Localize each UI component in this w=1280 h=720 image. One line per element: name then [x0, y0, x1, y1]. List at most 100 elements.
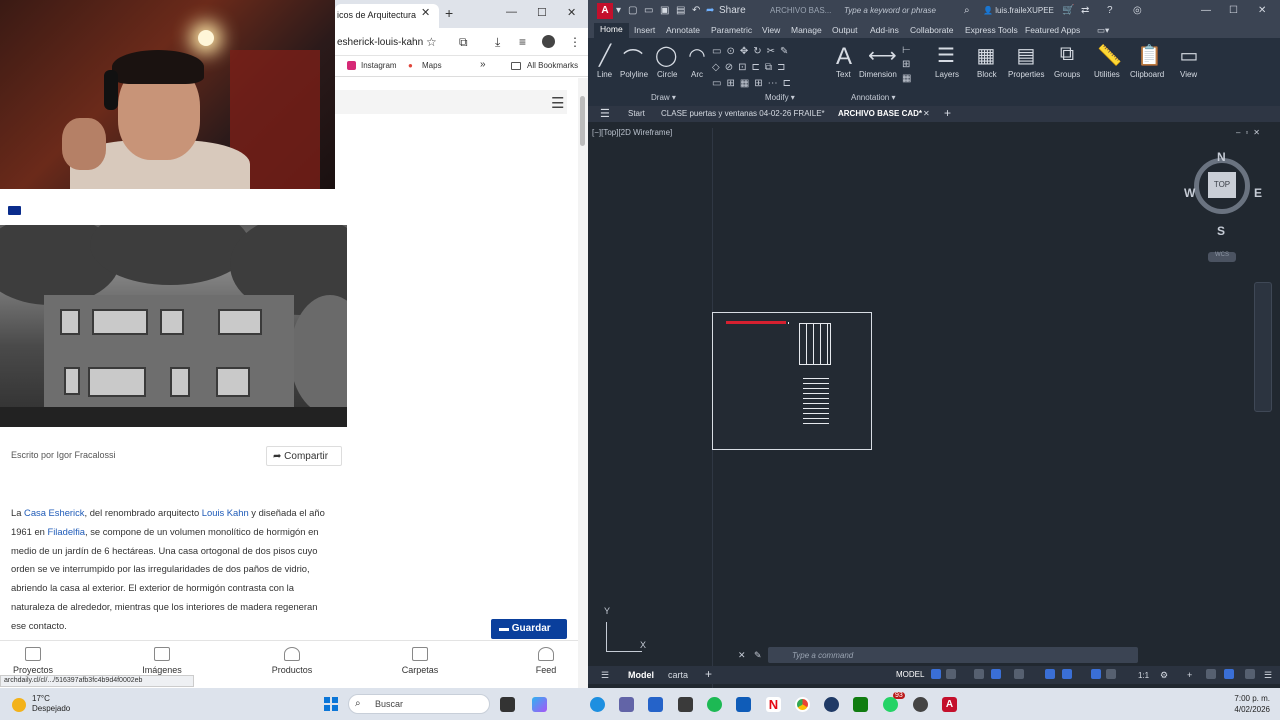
command-close-icon[interactable]: ✕ [738, 650, 746, 661]
drawing-sheet[interactable] [712, 312, 872, 450]
block-tool[interactable]: Block [977, 70, 997, 79]
media-icon[interactable]: ≡ [519, 35, 526, 49]
cart-icon[interactable]: 🛒 [1062, 5, 1074, 16]
clipboard-icon[interactable]: 📋 [1137, 43, 1162, 67]
group-modify[interactable]: Modify ▾ [765, 93, 795, 102]
weather-sun-icon[interactable] [12, 698, 26, 712]
spotify-icon[interactable] [707, 697, 722, 712]
app-icon[interactable] [913, 697, 928, 712]
weather-widget[interactable]: 17°C Despejado [32, 694, 70, 714]
groups-icon[interactable]: ⧉ [1056, 43, 1078, 65]
link-louis-kahn[interactable]: Louis Kahn [202, 507, 249, 518]
utilities-tool[interactable]: Utilities [1094, 70, 1120, 79]
tab-home[interactable]: Home [594, 23, 629, 38]
compass-west[interactable]: W [1184, 186, 1195, 200]
taskbar-search[interactable]: Buscar [348, 694, 490, 714]
minimize-icon[interactable]: — [506, 6, 517, 18]
clipboard-tool[interactable]: Clipboard [1130, 70, 1164, 79]
file-tab-close-icon[interactable]: ✕ [923, 109, 930, 118]
maximize-icon[interactable]: ☐ [537, 6, 547, 19]
bookmark-instagram[interactable]: Instagram [361, 61, 397, 70]
line-tool[interactable]: Line [597, 70, 612, 79]
add-layout-icon[interactable]: + [705, 667, 712, 681]
customize-icon[interactable]: ☰ [1264, 670, 1272, 681]
draw-modify-icon-grid[interactable]: ▭⊙✥↻✂✎ ◇⊘⊡⊏⧉⊐ ▭⊞▦⊞⋯⊏ [712, 44, 822, 89]
folder-icon[interactable] [8, 206, 21, 215]
more-bookmarks-icon[interactable]: » [480, 59, 486, 70]
annotation-small-icons[interactable]: ⊢ ⊞ ▦ [902, 44, 911, 86]
otrack-toggle-icon[interactable] [1062, 669, 1072, 679]
autodesk-logo-icon[interactable]: ◎ [1133, 5, 1142, 16]
whatsapp-icon[interactable] [883, 697, 898, 712]
file-tab-clase[interactable]: CLASE puertas y ventanas 04-02-26 FRAILE… [661, 109, 825, 118]
close-window-icon[interactable]: ✕ [1258, 5, 1266, 16]
user-account[interactable]: 👤 luis.fraileXUPEE [983, 6, 1054, 15]
xbox-icon[interactable] [853, 697, 868, 712]
security-icon[interactable] [678, 697, 693, 712]
minimize-icon[interactable]: — [1201, 5, 1211, 16]
viewcube[interactable]: TOP N S W E [1184, 150, 1262, 238]
circle-icon[interactable]: ◯ [655, 43, 677, 67]
nav-productos[interactable]: Productos [257, 647, 327, 675]
command-input[interactable]: Type a command [792, 651, 853, 660]
model-space-button[interactable]: MODEL [896, 670, 924, 679]
command-wrench-icon[interactable]: ✎ [754, 650, 762, 661]
file-tab-archivo[interactable]: ARCHIVO BASE CAD* [838, 109, 922, 118]
bookmark-maps[interactable]: Maps [422, 61, 442, 70]
extensions-icon[interactable]: ⧉ [459, 35, 468, 50]
group-annotation[interactable]: Annotation ▾ [851, 93, 896, 102]
netflix-icon[interactable]: N [766, 697, 781, 712]
ribbon-toggle-icon[interactable]: ▭▾ [1097, 25, 1109, 36]
layout-tab-carta[interactable]: carta [668, 670, 688, 680]
properties-icon[interactable]: ▤ [1015, 43, 1037, 67]
download-icon[interactable]: ⤓ [495, 35, 500, 50]
layout-menu-icon[interactable]: ☰ [601, 670, 609, 681]
annotation-visibility-icon[interactable] [1091, 669, 1101, 679]
workspace-gear-icon[interactable]: ⚙ [1160, 670, 1168, 681]
layout-tab-model[interactable]: Model [628, 670, 654, 680]
nav-carpetas[interactable]: Carpetas [385, 647, 455, 675]
navigation-bar[interactable] [1254, 282, 1272, 412]
search-icon[interactable]: ⌕ [964, 5, 970, 16]
share-button[interactable]: ➦ Compartir [266, 446, 342, 466]
autocad-logo[interactable]: A [597, 3, 613, 19]
text-tool[interactable]: Text [836, 70, 851, 79]
add-icon[interactable]: + [1187, 670, 1192, 680]
units-icon[interactable] [1206, 669, 1216, 679]
group-draw[interactable]: Draw ▾ [651, 93, 676, 102]
new-tab-icon[interactable]: + [445, 5, 453, 21]
tab-view[interactable]: View [762, 25, 780, 35]
edge-icon[interactable] [590, 697, 605, 712]
page-scrollbar[interactable] [578, 78, 588, 688]
autoscale-icon[interactable] [1106, 669, 1116, 679]
polyline-tool[interactable]: Polyline [620, 70, 648, 79]
maximize-icon[interactable]: ☐ [1229, 5, 1238, 16]
outlook-icon[interactable] [736, 697, 751, 712]
compass-south[interactable]: S [1217, 224, 1225, 238]
viewport-window-controls[interactable]: –▫✕ [1236, 128, 1265, 137]
compass-east[interactable]: E [1254, 186, 1262, 200]
autocad-taskbar-icon[interactable]: A [942, 697, 957, 712]
copilot-icon[interactable] [532, 697, 547, 712]
text-icon[interactable]: A [833, 43, 855, 70]
save-as-icon[interactable]: ▤ [676, 5, 685, 16]
fullscreen-icon[interactable] [1245, 669, 1255, 679]
new-file-tab-icon[interactable]: + [944, 106, 951, 120]
polar-toggle-icon[interactable] [991, 669, 1001, 679]
file-tab-start[interactable]: Start [628, 109, 645, 118]
tab-manage[interactable]: Manage [791, 25, 822, 35]
isodraft-toggle-icon[interactable] [1014, 669, 1024, 679]
polyline-icon[interactable]: ⌒ [622, 43, 644, 71]
scrollbar-thumb[interactable] [580, 96, 585, 146]
bookmark-star-icon[interactable]: ☆ [426, 35, 437, 49]
viewport-controls[interactable]: [−][Top][2D Wireframe] [592, 128, 672, 137]
layers-icon[interactable]: ☰ [935, 43, 957, 67]
tab-annotate[interactable]: Annotate [666, 25, 700, 35]
new-file-icon[interactable]: ▢ [628, 5, 637, 16]
share-label[interactable]: Share [719, 5, 746, 16]
tab-output[interactable]: Output [832, 25, 858, 35]
groups-tool[interactable]: Groups [1054, 70, 1080, 79]
properties-tool[interactable]: Properties [1008, 70, 1044, 79]
tab-parametric[interactable]: Parametric [711, 25, 752, 35]
tab-express-tools[interactable]: Express Tools [965, 25, 1018, 35]
